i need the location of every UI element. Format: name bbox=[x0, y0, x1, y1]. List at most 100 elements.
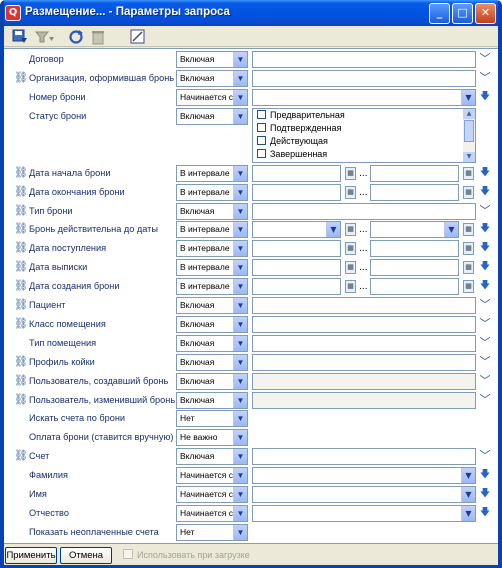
link-icon[interactable]: ⛓ bbox=[14, 450, 28, 462]
checkbox[interactable] bbox=[257, 135, 266, 145]
range-from-field[interactable] bbox=[252, 259, 341, 277]
chevron-down-icon[interactable]: ▼ bbox=[233, 335, 247, 351]
expand-chevron-icon[interactable]: ﹀ bbox=[478, 297, 492, 313]
chevron-down-icon[interactable]: ▼ bbox=[233, 487, 247, 502]
calendar-icon[interactable]: ▦ bbox=[463, 261, 474, 275]
calendar-icon[interactable]: ▦ bbox=[345, 166, 356, 180]
chevron-down-icon[interactable]: ▼ bbox=[461, 89, 475, 105]
chevron-down-icon[interactable]: ▼ bbox=[233, 89, 247, 105]
chevron-down-icon[interactable]: ▼ bbox=[233, 449, 247, 465]
chevron-down-icon[interactable]: ▼ bbox=[233, 298, 247, 313]
vertical-scrollbar[interactable]: ▲ ▼ bbox=[463, 108, 475, 162]
checkbox[interactable] bbox=[257, 148, 266, 158]
value-field[interactable] bbox=[252, 297, 476, 314]
move-down-arrow-icon[interactable]: 🡇 bbox=[479, 184, 491, 200]
list-item[interactable]: Предварительная bbox=[253, 109, 475, 122]
chevron-down-icon[interactable]: ▼ bbox=[233, 411, 247, 427]
list-item[interactable]: Завершенная bbox=[253, 148, 475, 161]
calendar-icon[interactable]: ▦ bbox=[345, 185, 356, 199]
range-to-field[interactable] bbox=[370, 183, 459, 201]
move-down-arrow-icon[interactable]: 🡇 bbox=[479, 221, 491, 237]
value-combo[interactable]: ▼ bbox=[252, 88, 476, 106]
operator-select[interactable]: Включая ▼ bbox=[176, 372, 248, 390]
move-down-arrow-icon[interactable]: 🡇 bbox=[479, 259, 491, 275]
move-down-arrow-icon[interactable]: 🡇 bbox=[479, 165, 491, 181]
chevron-down-icon[interactable]: ▼ bbox=[233, 392, 247, 408]
range-to-field[interactable] bbox=[370, 164, 459, 182]
range-from-field[interactable] bbox=[252, 164, 341, 182]
link-icon[interactable]: ⛓ bbox=[14, 374, 28, 387]
operator-select[interactable]: Включая ▼ bbox=[176, 69, 248, 87]
expand-chevron-icon[interactable]: ﹀ bbox=[478, 373, 492, 389]
link-icon[interactable]: ⛓ bbox=[14, 185, 28, 198]
title-bar[interactable]: Q Размещение... - Параметры запроса _ □ … bbox=[0, 0, 502, 26]
list-item[interactable]: Подтвержденная bbox=[253, 122, 475, 135]
link-icon[interactable]: ⛓ bbox=[14, 280, 28, 292]
operator-select[interactable]: Включая ▼ bbox=[176, 391, 248, 409]
value-field[interactable] bbox=[252, 372, 476, 390]
operator-select[interactable]: Включая ▼ bbox=[176, 448, 248, 466]
chevron-down-icon[interactable]: ▼ bbox=[233, 165, 247, 181]
calendar-icon[interactable]: ▦ bbox=[345, 261, 356, 275]
chevron-down-icon[interactable]: ▼ bbox=[233, 260, 247, 276]
calendar-icon[interactable]: ▦ bbox=[463, 242, 474, 256]
expand-chevron-icon[interactable]: ﹀ bbox=[478, 354, 492, 370]
scroll-thumb[interactable] bbox=[464, 119, 474, 142]
chevron-down-icon[interactable]: ▼ bbox=[461, 487, 475, 502]
link-icon[interactable]: ⛓ bbox=[14, 261, 28, 273]
operator-select[interactable]: В интервале ▼ bbox=[176, 164, 248, 182]
chevron-down-icon[interactable]: ▼ bbox=[444, 222, 458, 238]
chevron-down-icon[interactable]: ▼ bbox=[233, 279, 247, 295]
link-icon[interactable]: ⛓ bbox=[14, 242, 28, 254]
link-icon[interactable]: ⛓ bbox=[14, 299, 28, 311]
link-icon[interactable]: ⛓ bbox=[14, 355, 28, 368]
chevron-down-icon[interactable]: ▼ bbox=[233, 184, 247, 200]
expand-chevron-icon[interactable]: ﹀ bbox=[478, 316, 492, 332]
link-icon[interactable]: ⛓ bbox=[14, 166, 28, 179]
calendar-icon[interactable]: ▦ bbox=[463, 280, 474, 294]
chevron-down-icon[interactable]: ▼ bbox=[233, 430, 247, 446]
cancel-button[interactable]: Отмена bbox=[60, 547, 112, 564]
refresh-icon[interactable] bbox=[67, 28, 85, 45]
move-down-arrow-icon[interactable]: 🡇 bbox=[479, 278, 491, 294]
chevron-down-icon[interactable]: ▼ bbox=[233, 52, 247, 67]
value-field[interactable] bbox=[252, 448, 476, 466]
value-field[interactable] bbox=[252, 391, 476, 409]
value-field[interactable] bbox=[252, 202, 476, 220]
operator-select[interactable]: Начинается с ▼ bbox=[176, 467, 248, 485]
scroll-down-icon[interactable]: ▼ bbox=[463, 151, 475, 162]
expand-chevron-icon[interactable]: ﹀ bbox=[478, 392, 492, 408]
close-button[interactable]: ✕ bbox=[475, 3, 496, 24]
move-down-arrow-icon[interactable]: 🡇 bbox=[479, 89, 491, 105]
calendar-icon[interactable]: ▦ bbox=[463, 185, 474, 199]
calendar-icon[interactable]: ▦ bbox=[463, 223, 474, 237]
checkbox-box[interactable] bbox=[123, 549, 133, 559]
range-to-field[interactable] bbox=[370, 240, 459, 258]
operator-select[interactable]: В интервале ▼ bbox=[176, 259, 248, 277]
maximize-button[interactable]: □ bbox=[452, 3, 473, 24]
expand-chevron-icon[interactable]: ﹀ bbox=[478, 448, 492, 464]
layout-icon[interactable] bbox=[129, 28, 147, 45]
expand-chevron-icon[interactable]: ﹀ bbox=[478, 51, 492, 67]
link-icon[interactable]: ⛓ bbox=[14, 204, 28, 217]
chevron-down-icon[interactable]: ▼ bbox=[233, 241, 247, 257]
chevron-down-icon[interactable]: ▼ bbox=[326, 222, 340, 238]
value-field[interactable] bbox=[252, 334, 476, 352]
operator-select[interactable]: Начинается с ▼ bbox=[176, 504, 248, 522]
chevron-down-icon[interactable]: ▼ bbox=[233, 468, 247, 484]
value-combo[interactable]: ▼ bbox=[252, 467, 476, 485]
value-field[interactable] bbox=[252, 353, 476, 371]
range-to-field[interactable] bbox=[370, 278, 459, 296]
chevron-down-icon[interactable]: ▼ bbox=[233, 203, 247, 219]
chevron-down-icon[interactable]: ▼ bbox=[461, 505, 475, 521]
calendar-icon[interactable]: ▦ bbox=[345, 242, 356, 256]
operator-select[interactable]: Включая ▼ bbox=[176, 353, 248, 371]
value-field[interactable] bbox=[252, 69, 476, 87]
operator-select[interactable]: В интервале ▼ bbox=[176, 183, 248, 201]
range-from-field[interactable] bbox=[252, 278, 341, 296]
apply-button[interactable]: Применить bbox=[5, 547, 57, 564]
chevron-down-icon[interactable]: ▼ bbox=[233, 505, 247, 521]
operator-select[interactable]: В интервале ▼ bbox=[176, 221, 248, 239]
operator-select[interactable]: Начинается с ▼ bbox=[176, 88, 248, 106]
move-down-arrow-icon[interactable]: 🡇 bbox=[479, 505, 491, 521]
